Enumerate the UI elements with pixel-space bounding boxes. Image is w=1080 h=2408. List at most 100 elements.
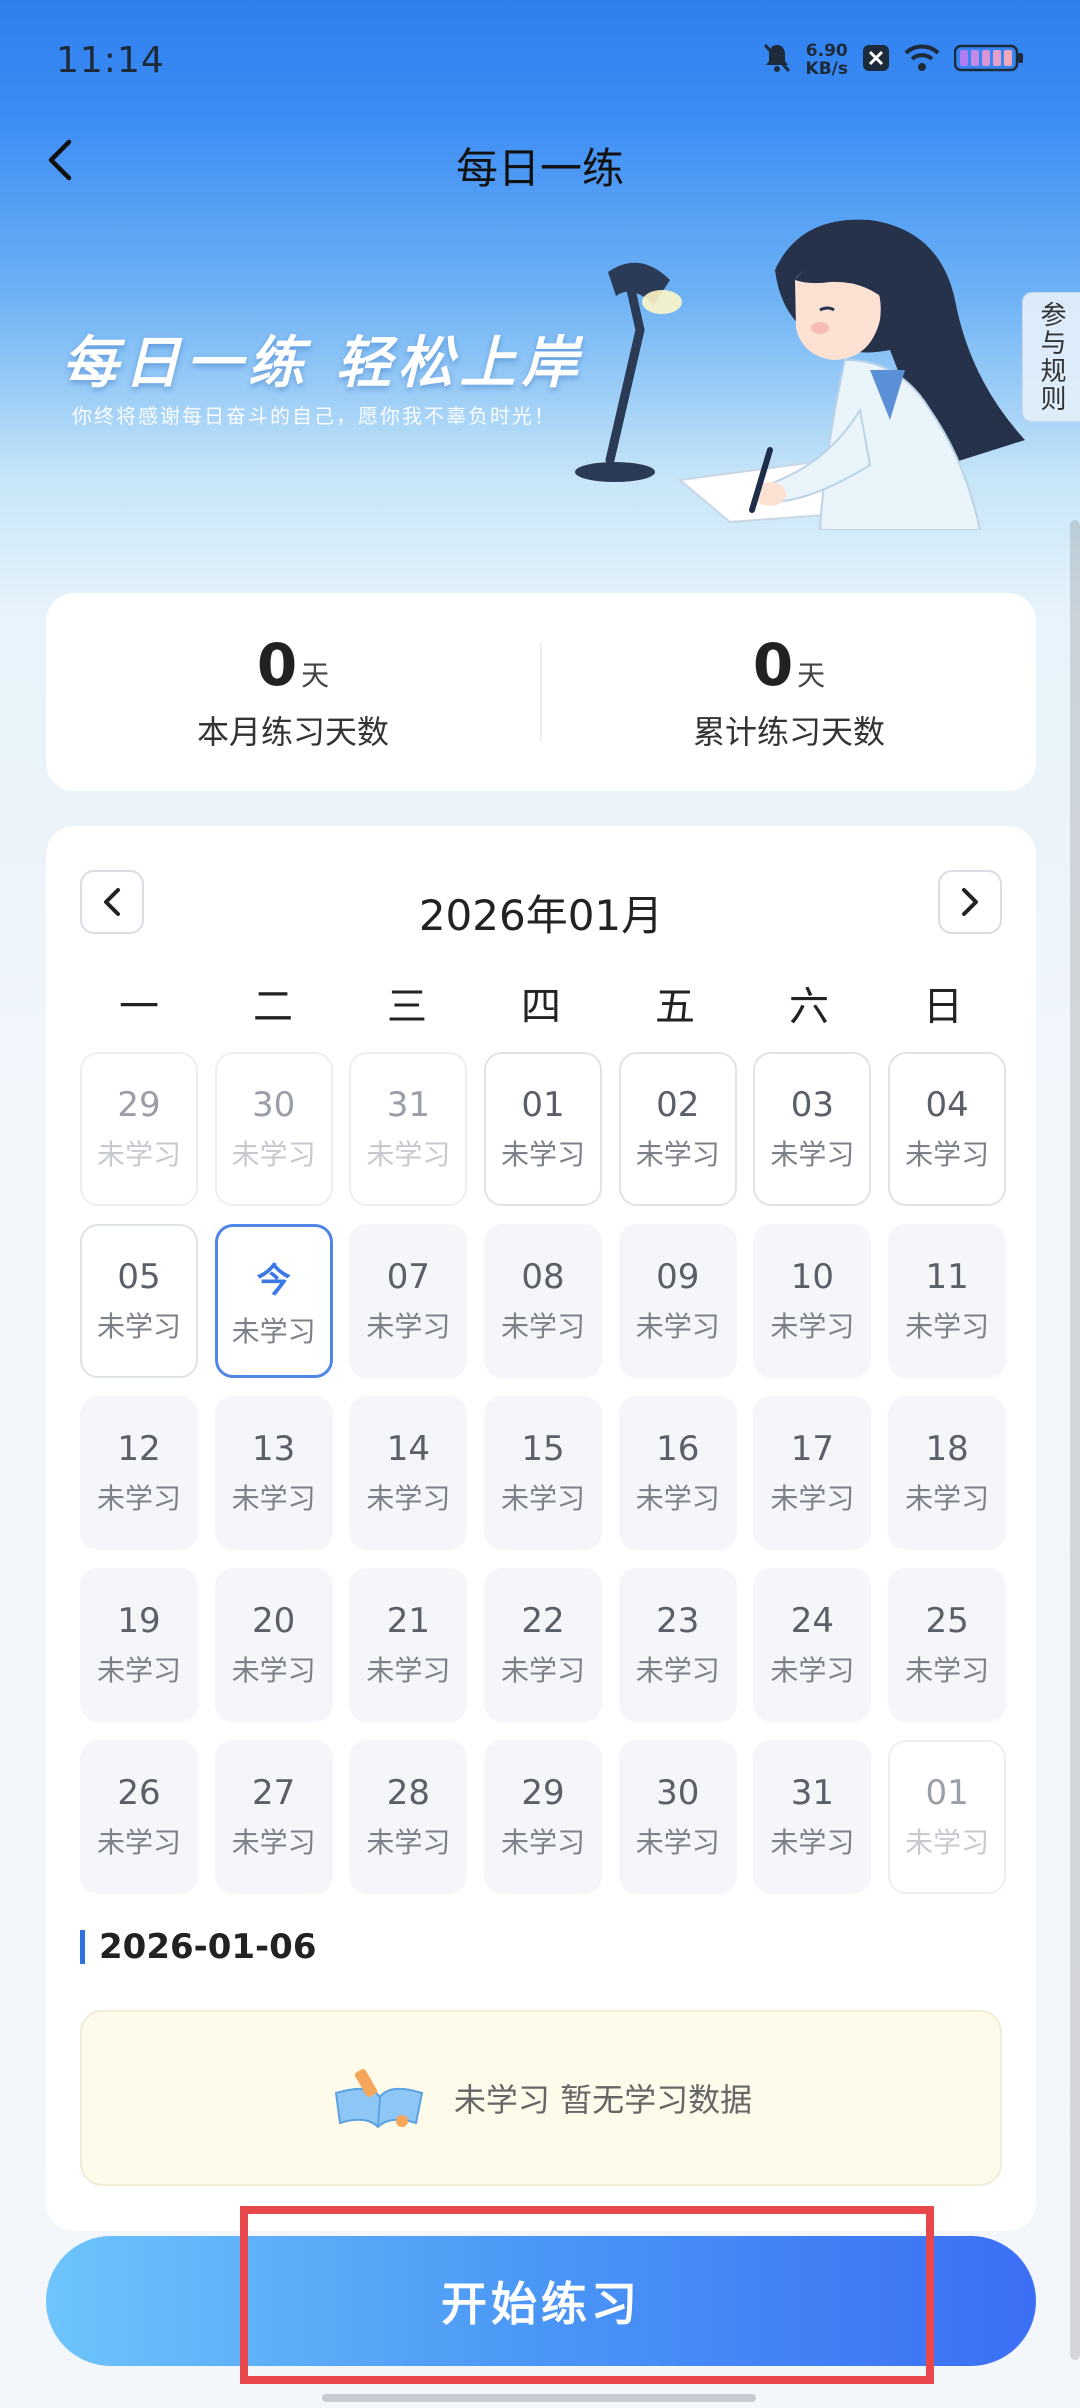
- weekday-header: 一 二 三 四 五 六 日: [80, 974, 1002, 1032]
- stat-unit: 天: [797, 659, 826, 692]
- day-status: 未学习: [501, 1826, 586, 1859]
- day-status: 未学习: [501, 1654, 586, 1687]
- page-title: 每日一练: [455, 144, 624, 193]
- day-cell[interactable]: 05 未学习: [80, 1224, 198, 1378]
- day-status: 未学习: [96, 1482, 181, 1515]
- banner: 每日一练 轻松上岸 你终将感谢每日奋斗的自己，愿你我不辜负时光！: [0, 200, 1080, 530]
- day-number: 07: [386, 1257, 430, 1297]
- day-cell[interactable]: 16 未学习: [618, 1396, 737, 1550]
- empty-state: 未学习 暂无学习数据: [80, 2010, 1002, 2186]
- day-cell[interactable]: 15 未学习: [484, 1396, 603, 1550]
- day-status: 未学习: [635, 1482, 720, 1515]
- day-cell[interactable]: 10 未学习: [753, 1224, 872, 1378]
- weekday-label: 五: [655, 984, 695, 1030]
- speed-unit: KB/s: [805, 59, 848, 79]
- day-status: 未学习: [501, 1482, 586, 1515]
- day-cell[interactable]: 18 未学习: [888, 1396, 1007, 1550]
- home-indicator[interactable]: [322, 2394, 756, 2402]
- day-cell[interactable]: 30 未学习: [214, 1052, 333, 1206]
- day-number: 08: [521, 1257, 565, 1297]
- day-status: 未学习: [96, 1138, 181, 1171]
- day-cell[interactable]: 29 未学习: [484, 1740, 603, 1894]
- speed-value: 6.90: [805, 41, 848, 61]
- day-number: 01: [521, 1085, 565, 1125]
- day-status: 未学习: [905, 1482, 990, 1515]
- day-status: 未学习: [366, 1482, 451, 1515]
- stat-value: 0: [752, 631, 794, 699]
- studying-girl-illustration: [575, 219, 1025, 530]
- day-status: 未学习: [770, 1138, 855, 1171]
- stats-card: 0天 本月练习天数 0天 累计练习天数: [46, 593, 1036, 791]
- day-cell[interactable]: 21 未学习: [349, 1568, 468, 1722]
- day-cell[interactable]: 20 未学习: [214, 1568, 333, 1722]
- day-number: 10: [790, 1257, 835, 1297]
- day-number: 14: [386, 1429, 430, 1469]
- day-cell[interactable]: 26 未学习: [80, 1740, 198, 1894]
- day-cell[interactable]: 07 未学习: [349, 1224, 468, 1378]
- day-cell[interactable]: 03 未学习: [753, 1052, 872, 1206]
- rules-tab[interactable]: 参与规则: [1022, 292, 1080, 422]
- day-cell[interactable]: 22 未学习: [484, 1568, 603, 1722]
- day-cell[interactable]: 31 未学习: [349, 1052, 468, 1206]
- day-number: 30: [656, 1773, 700, 1813]
- day-cell[interactable]: 09 未学习: [618, 1224, 737, 1378]
- battery-icon: [953, 43, 1024, 77]
- day-cell[interactable]: 12 未学习: [80, 1396, 198, 1550]
- app-notification-icon: [862, 44, 890, 76]
- day-status: 未学习: [96, 1826, 181, 1859]
- day-status: 未学习: [635, 1654, 720, 1687]
- day-cell[interactable]: 19 未学习: [80, 1568, 198, 1722]
- weekday-label: 三: [387, 984, 427, 1030]
- day-number: 03: [790, 1085, 835, 1125]
- day-cell[interactable]: 30 未学习: [618, 1740, 737, 1894]
- day-number: 05: [117, 1257, 161, 1297]
- day-status: 未学习: [231, 1138, 316, 1171]
- day-number: 今: [256, 1260, 291, 1301]
- stat-value: 0: [256, 631, 298, 699]
- day-cell[interactable]: 23 未学习: [618, 1568, 737, 1722]
- day-number: 26: [117, 1773, 161, 1813]
- day-number: 16: [656, 1429, 700, 1469]
- stat-month: 0天 本月练习天数: [46, 631, 540, 753]
- day-cell[interactable]: 24 未学习: [753, 1568, 872, 1722]
- day-status: 未学习: [366, 1654, 451, 1687]
- day-number: 13: [252, 1429, 296, 1469]
- day-status: 未学习: [96, 1654, 181, 1687]
- day-cell[interactable]: 31 未学习: [753, 1740, 872, 1894]
- day-cell[interactable]: 02 未学习: [618, 1052, 737, 1206]
- day-status: 未学习: [231, 1654, 316, 1687]
- day-cell[interactable]: 25 未学习: [888, 1568, 1007, 1722]
- day-status: 未学习: [231, 1482, 316, 1515]
- day-status: 未学习: [905, 1310, 990, 1343]
- day-cell[interactable]: 04 未学习: [888, 1052, 1007, 1206]
- day-cell[interactable]: 14 未学习: [349, 1396, 468, 1550]
- day-cell[interactable]: 13 未学习: [214, 1396, 333, 1550]
- banner-slogan: 每日一练 轻松上岸: [62, 331, 584, 396]
- start-practice-button[interactable]: 开始练习: [46, 2236, 1036, 2366]
- day-cell[interactable]: 17 未学习: [753, 1396, 872, 1550]
- day-cell[interactable]: 27 未学习: [214, 1740, 333, 1894]
- day-status: 未学习: [770, 1654, 855, 1687]
- scrollbar[interactable]: [1070, 520, 1080, 2360]
- day-cell-today[interactable]: 今未学习: [214, 1224, 333, 1378]
- day-cell[interactable]: 29 未学习: [80, 1052, 198, 1206]
- next-month-button[interactable]: [938, 870, 1002, 934]
- calendar-month: 2026年01月: [418, 891, 664, 940]
- weekday-label: 日: [923, 984, 963, 1030]
- day-cell[interactable]: 01 未学习: [888, 1740, 1007, 1894]
- day-number: 12: [117, 1429, 161, 1469]
- day-status: 未学习: [366, 1310, 451, 1343]
- day-cell[interactable]: 08 未学习: [484, 1224, 603, 1378]
- day-cell[interactable]: 28 未学习: [349, 1740, 468, 1894]
- day-number: 31: [386, 1085, 430, 1125]
- day-status: 未学习: [770, 1826, 855, 1859]
- stat-unit: 天: [301, 659, 330, 692]
- weekday-label: 一: [119, 984, 159, 1030]
- day-cell[interactable]: 01 未学习: [484, 1052, 603, 1206]
- chevron-right-icon: [962, 888, 978, 916]
- day-number: 09: [656, 1257, 700, 1297]
- day-status: 未学习: [231, 1314, 316, 1348]
- day-number: 23: [656, 1601, 700, 1641]
- day-cell[interactable]: 11 未学习: [888, 1224, 1007, 1378]
- day-status: 未学习: [905, 1654, 990, 1687]
